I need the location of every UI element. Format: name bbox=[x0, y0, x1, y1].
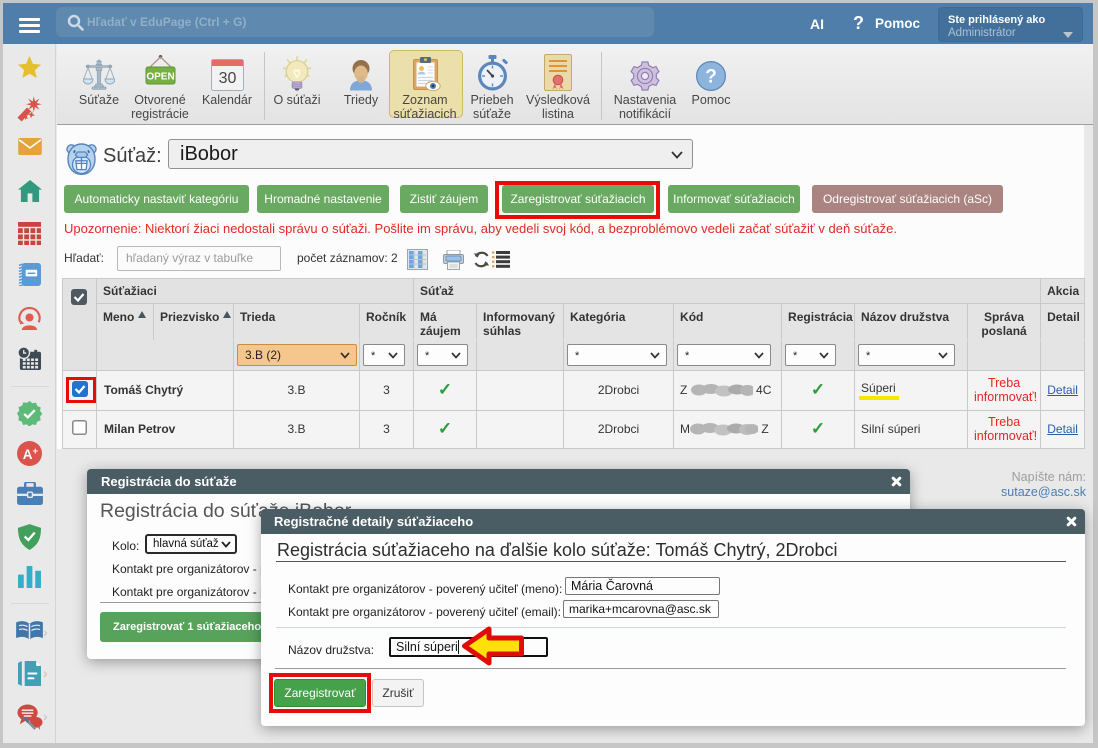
svg-text:+: + bbox=[32, 446, 38, 457]
svg-text:A: A bbox=[23, 447, 33, 462]
svg-text:OPEN: OPEN bbox=[146, 72, 174, 83]
svg-text:30: 30 bbox=[218, 70, 236, 87]
svg-text:?: ? bbox=[705, 67, 717, 88]
